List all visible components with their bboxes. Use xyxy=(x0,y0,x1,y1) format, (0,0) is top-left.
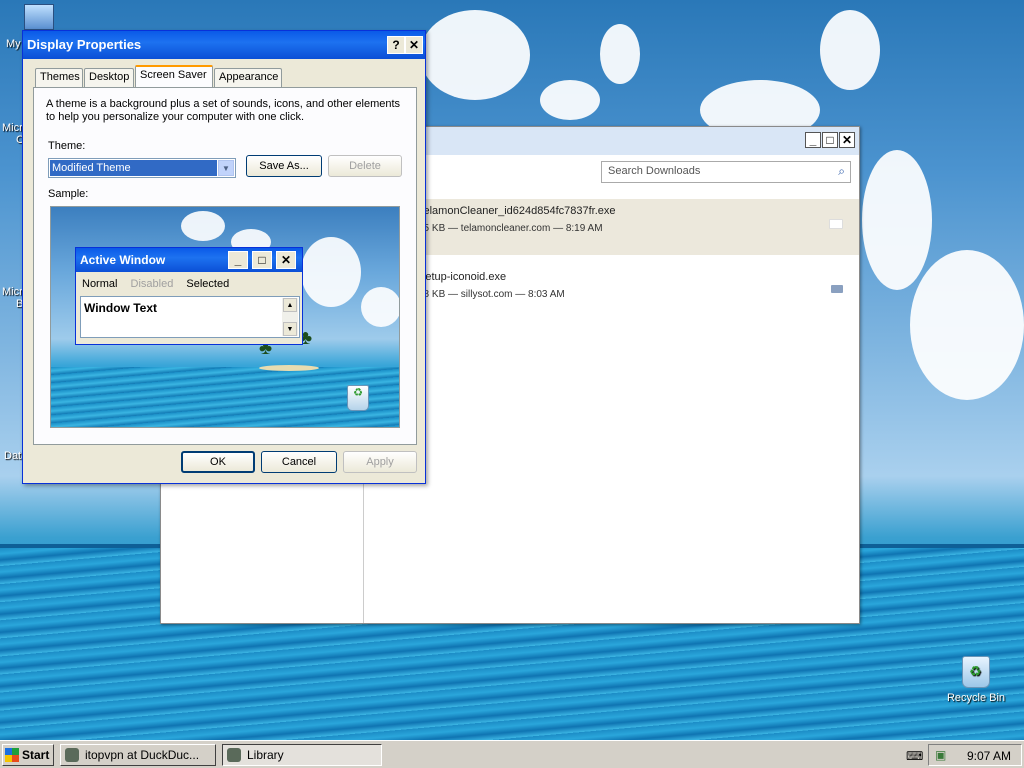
download-meta: 78 KB — sillysot.com — 8:03 AM xyxy=(418,289,565,300)
tab-themes[interactable]: Themes xyxy=(35,68,83,87)
ok-button[interactable]: OK xyxy=(181,451,255,473)
tab-desktop[interactable]: Desktop xyxy=(84,68,134,87)
sample-label: Sample: xyxy=(48,188,89,200)
sample-menu: Normal Disabled Selected xyxy=(82,278,239,290)
download-meta: 25 KB — telamoncleaner.com — 8:19 AM xyxy=(418,223,603,234)
cancel-button[interactable]: Cancel xyxy=(261,451,337,473)
sample-menu-selected: Selected xyxy=(186,278,230,290)
keyboard-icon[interactable]: ⌨ xyxy=(906,749,923,763)
start-label: Start xyxy=(22,748,50,762)
desktop-icon-label[interactable]: My xyxy=(6,38,21,50)
cloud xyxy=(181,211,225,241)
scroll-up-icon: ▲ xyxy=(283,298,297,312)
dialog-title: Display Properties xyxy=(27,37,142,52)
search-icon[interactable]: ⌕ xyxy=(838,164,845,179)
clock[interactable]: 9:07 AM xyxy=(967,749,1011,763)
sample-text-area: Window Text ▲ ▼ xyxy=(80,296,300,338)
app-icon xyxy=(227,748,241,762)
save-as-button[interactable]: Save As... xyxy=(246,155,322,177)
sample-menu-normal: Normal xyxy=(82,278,118,290)
search-input[interactable]: Search Downloads ⌕ xyxy=(601,161,851,183)
download-filename: Setup-iconoid.exe xyxy=(418,271,507,283)
theme-dropdown-value: Modified Theme xyxy=(50,160,217,176)
cloud xyxy=(910,250,1024,400)
recycle-bin-icon xyxy=(962,656,990,688)
folder-icon[interactable] xyxy=(831,285,843,293)
cloud xyxy=(301,237,361,307)
recycle-bin-label: Recycle Bin xyxy=(946,692,1006,704)
scroll-down-icon: ▼ xyxy=(283,322,297,336)
tab-appearance[interactable]: Appearance xyxy=(214,68,282,87)
delete-button[interactable]: Delete xyxy=(328,155,402,177)
cloud xyxy=(540,80,600,120)
theme-description: A theme is a background plus a set of so… xyxy=(46,98,401,123)
theme-sample-preview: ♣ ♣ ♻ Active Window _ □ ✕ Normal Disable… xyxy=(50,206,400,428)
tab-screen-saver[interactable]: Screen Saver xyxy=(135,65,213,88)
cloud xyxy=(862,150,932,290)
my-computer-icon[interactable] xyxy=(24,4,54,30)
maximize-icon: □ xyxy=(252,251,272,269)
taskbar-item[interactable]: itopvpn at DuckDuc... xyxy=(60,744,216,766)
chevron-down-icon[interactable]: ▼ xyxy=(218,160,234,176)
sample-window-titlebar: Active Window _ □ ✕ xyxy=(76,248,302,272)
minimize-button[interactable]: _ xyxy=(805,132,821,148)
display-properties-dialog: Display Properties ? ✕ Themes Desktop Sc… xyxy=(22,30,426,484)
network-icon[interactable]: ▣ xyxy=(935,748,946,762)
taskbar-item-label: itopvpn at DuckDuc... xyxy=(85,748,200,762)
theme-dropdown[interactable]: Modified Theme ▼ xyxy=(48,158,236,178)
taskbar-item-label: Library xyxy=(247,748,284,762)
minimize-icon: _ xyxy=(228,251,248,269)
close-button[interactable]: ✕ xyxy=(405,36,423,54)
close-icon: ✕ xyxy=(276,251,296,269)
system-tray: ▣ 9:07 AM xyxy=(928,744,1022,766)
taskbar: Start itopvpn at DuckDuc... Library ⌨ ▣ … xyxy=(0,740,1024,768)
folder-icon[interactable] xyxy=(829,219,843,229)
windows-logo-icon xyxy=(5,748,19,762)
start-button[interactable]: Start xyxy=(2,744,54,766)
close-button[interactable]: ✕ xyxy=(839,132,855,148)
apply-button[interactable]: Apply xyxy=(343,451,417,473)
app-icon xyxy=(65,748,79,762)
sample-window-text: Window Text xyxy=(84,301,157,315)
cloud xyxy=(820,10,880,90)
download-filename: TelamonCleaner_id624d854fc7837fr.exe xyxy=(418,205,616,217)
dialog-titlebar[interactable]: Display Properties ? ✕ xyxy=(23,31,425,59)
search-placeholder: Search Downloads xyxy=(608,165,701,177)
download-item[interactable]: TelamonCleaner_id624d854fc7837fr.exe 25 … xyxy=(364,199,859,255)
sample-scrollbar: ▲ ▼ xyxy=(282,298,298,336)
sample-menu-disabled: Disabled xyxy=(130,278,174,290)
theme-label: Theme: xyxy=(48,140,86,152)
recycle-bin-icon: ♻ xyxy=(347,385,369,411)
downloads-toolbar: Search Downloads ⌕ xyxy=(364,155,859,199)
sample-island xyxy=(259,365,319,371)
sample-window-title: Active Window xyxy=(80,253,166,267)
taskbar-item[interactable]: Library xyxy=(222,744,382,766)
download-item[interactable]: Setup-iconoid.exe 78 KB — sillysot.com —… xyxy=(364,265,859,321)
sample-active-window: Active Window _ □ ✕ Normal Disabled Sele… xyxy=(75,247,303,345)
maximize-button[interactable]: □ xyxy=(822,132,838,148)
cloud xyxy=(600,24,640,84)
recycle-bin-desktop-icon[interactable]: Recycle Bin xyxy=(946,656,1006,704)
cloud xyxy=(420,10,530,100)
help-button[interactable]: ? xyxy=(387,36,405,54)
tab-panel: A theme is a background plus a set of so… xyxy=(33,87,417,445)
cloud xyxy=(361,287,399,327)
